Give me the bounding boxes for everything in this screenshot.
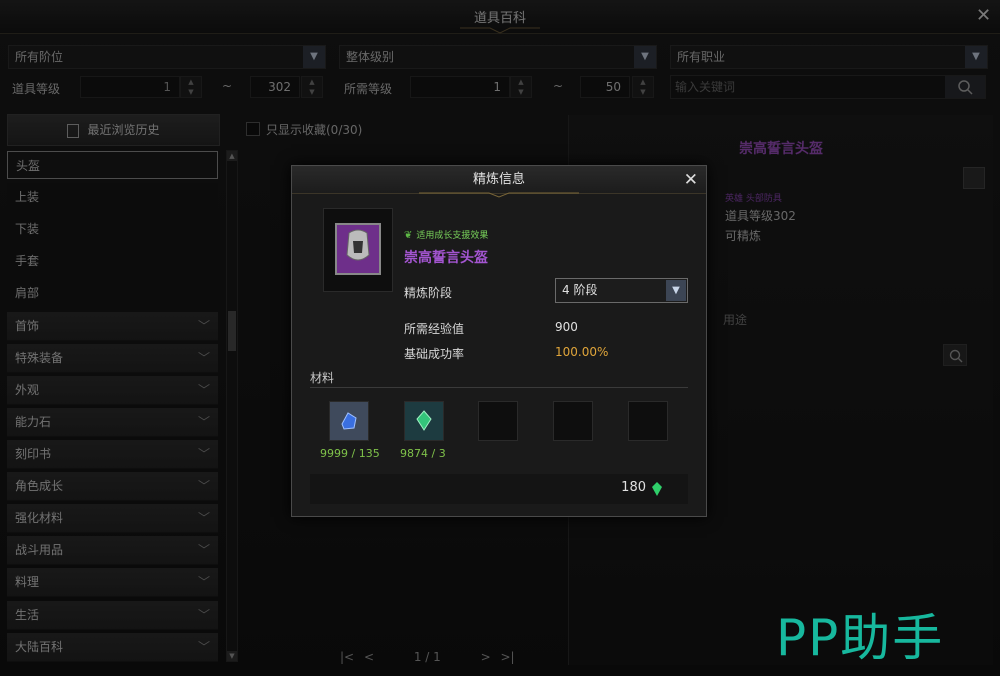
refine-info-dialog: 精炼信息 ✕ ❦ 适用成长支援效果 崇高誓言头盔 精炼阶段 4 阶段 ▼ 所需经验… bbox=[291, 165, 707, 517]
growth-support-badge: ❦ 适用成长支援效果 bbox=[404, 228, 488, 241]
cost-amount: 180 bbox=[621, 480, 646, 495]
material-quantity: 9999 / 135 bbox=[320, 447, 380, 460]
material-quantity: 9874 / 3 bbox=[400, 447, 446, 460]
green-crystal-icon bbox=[416, 410, 432, 431]
growth-leaf-icon: ❦ bbox=[404, 230, 413, 241]
dialog-close-icon[interactable]: ✕ bbox=[684, 170, 698, 190]
exp-value: 900 bbox=[555, 320, 578, 334]
dialog-item-name: 崇高誓言头盔 bbox=[404, 250, 488, 266]
cost-bar: 180 bbox=[310, 474, 688, 504]
title-ornament-icon bbox=[419, 192, 579, 198]
watermark-logo: PP助手 bbox=[776, 609, 945, 667]
rate-value: 100.00% bbox=[555, 345, 609, 359]
stage-select[interactable]: 4 阶段 ▼ bbox=[555, 278, 688, 303]
chevron-down-icon: ▼ bbox=[666, 280, 686, 301]
green-gem-currency-icon bbox=[652, 482, 662, 496]
material-slot-empty bbox=[628, 401, 668, 441]
blue-stone-icon bbox=[341, 412, 357, 430]
material-slot-empty bbox=[553, 401, 593, 441]
helmet-icon bbox=[335, 223, 381, 275]
growth-support-label: 适用成长支援效果 bbox=[416, 231, 489, 241]
material-slot[interactable] bbox=[329, 401, 369, 441]
item-portrait bbox=[323, 208, 393, 292]
material-slot[interactable] bbox=[404, 401, 444, 441]
rate-label: 基础成功率 bbox=[404, 347, 465, 361]
stage-label: 精炼阶段 bbox=[404, 286, 453, 300]
stage-select-value: 4 阶段 bbox=[562, 283, 598, 297]
material-slot-empty bbox=[478, 401, 518, 441]
materials-label: 材料 bbox=[310, 371, 335, 385]
exp-label: 所需经验值 bbox=[404, 322, 465, 336]
materials-divider bbox=[310, 387, 688, 388]
